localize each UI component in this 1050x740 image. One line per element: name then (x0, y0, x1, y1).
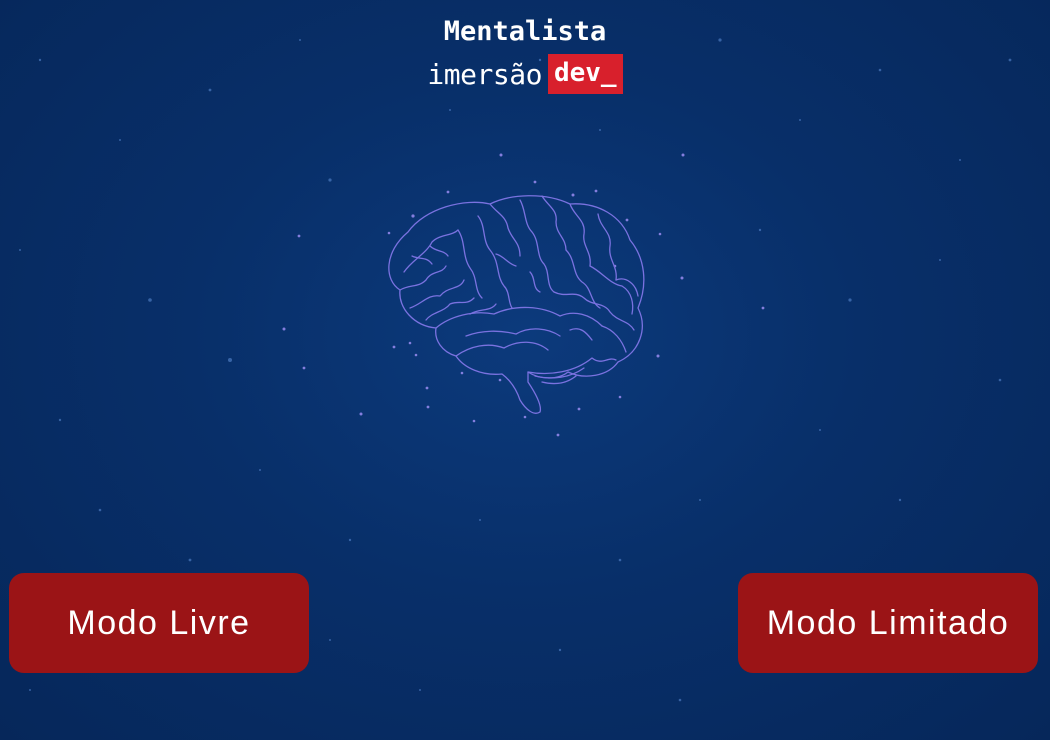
limited-mode-button[interactable]: Modo Limitado (738, 573, 1038, 673)
subtitle-word: imersão (427, 57, 542, 91)
brain-icon (388, 195, 645, 414)
dev-badge: dev_ (547, 54, 623, 94)
app-title: Mentalista (443, 16, 607, 47)
free-mode-button[interactable]: Modo Livre (9, 573, 309, 673)
header: Mentalista imersão dev_ (0, 14, 1050, 94)
subtitle: imersão dev_ (0, 54, 1050, 94)
